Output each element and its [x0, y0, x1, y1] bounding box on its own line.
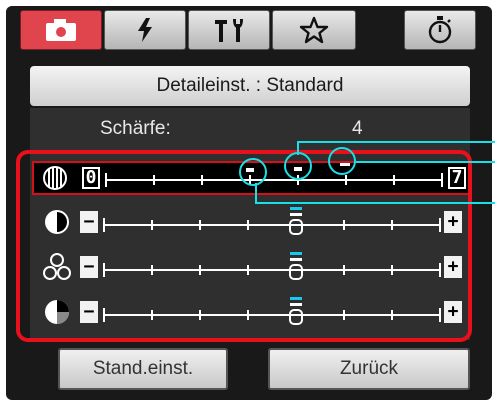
page-title: Detaileinst. : Standard: [30, 66, 470, 106]
callout-marker-circle: [328, 147, 356, 175]
sharpness-value: 4: [352, 118, 363, 139]
sharpness-label: Schärfe:: [100, 118, 171, 139]
default-settings-button[interactable]: Stand.einst.: [58, 348, 228, 390]
callout-line: [255, 202, 495, 204]
callout-line: [297, 141, 495, 143]
callout-line: [255, 183, 257, 203]
tab-tools[interactable]: [188, 10, 270, 50]
callout-marker-circle: [284, 152, 312, 180]
callout-line: [356, 161, 495, 163]
tab-my-menu[interactable]: [272, 10, 356, 50]
tools-icon: [215, 19, 243, 42]
callout-marker-circle: [239, 158, 267, 186]
tab-shooting[interactable]: [20, 10, 102, 50]
stopwatch-icon: [428, 16, 452, 44]
tab-flash[interactable]: [104, 10, 186, 50]
back-button[interactable]: Zurück: [268, 348, 470, 390]
flash-icon: [138, 18, 152, 42]
star-icon: [299, 16, 329, 44]
tab-timer[interactable]: [404, 10, 476, 50]
camera-icon: [46, 19, 76, 41]
